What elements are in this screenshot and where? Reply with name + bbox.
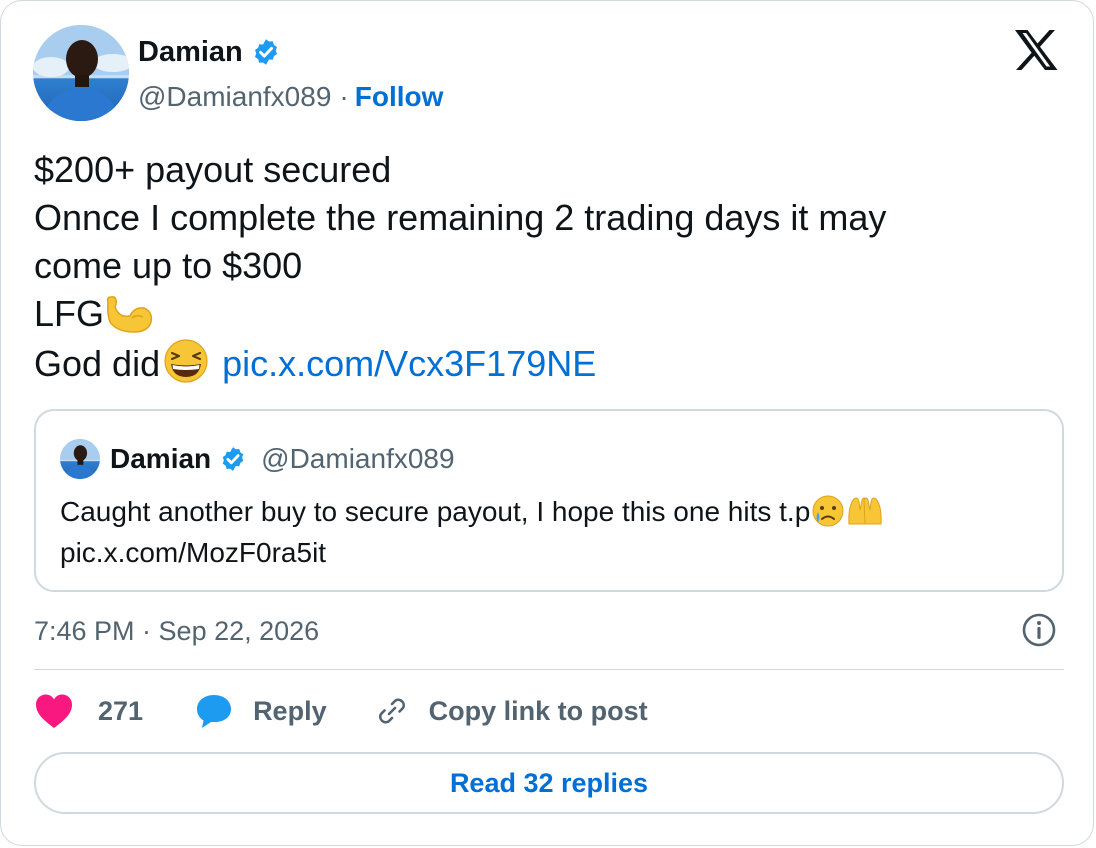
quoted-post-text: Caught another buy to secure payout, I h… xyxy=(60,491,1040,573)
flexed-biceps-icon xyxy=(106,296,153,333)
author-handle[interactable]: @Damianfx089 xyxy=(138,79,331,115)
copy-link-button[interactable]: Copy link to post xyxy=(375,694,648,728)
post-line-1: $200+ payout secured xyxy=(34,149,392,190)
grinning-squinting-face-icon xyxy=(164,339,208,383)
like-button[interactable]: 271 xyxy=(34,693,143,729)
quoted-media-link[interactable]: pic.x.com/MozF0ra5it xyxy=(60,532,1040,573)
quoted-post[interactable]: Damian @Damianfx089 Caught another buy t… xyxy=(34,409,1064,592)
link-icon xyxy=(378,698,405,724)
info-icon[interactable] xyxy=(1021,612,1057,648)
quoted-author-avatar[interactable] xyxy=(60,439,100,479)
author-handle-row: @Damianfx089 · Follow xyxy=(138,79,443,115)
heart-icon xyxy=(36,694,72,728)
post-text: $200+ payout secured Onnce I complete th… xyxy=(34,146,1064,388)
post-actions: 271 Reply Copy link to post xyxy=(34,689,648,733)
follow-button[interactable]: Follow xyxy=(355,79,444,115)
palms-up-together-icon xyxy=(848,497,882,525)
copy-link-label: Copy link to post xyxy=(428,695,648,726)
verified-badge-icon xyxy=(254,39,277,65)
post-line-4: LFG xyxy=(34,290,1064,338)
speech-bubble-icon xyxy=(197,695,232,728)
post-line-4-text: LFG xyxy=(34,293,105,334)
quoted-post-header: Damian @Damianfx089 xyxy=(110,439,455,479)
reply-label: Reply xyxy=(253,695,327,726)
reply-button[interactable]: Reply xyxy=(195,692,327,730)
divider xyxy=(34,669,1064,670)
crying-face-icon xyxy=(812,495,844,527)
post-media-link[interactable]: pic.x.com/Vcx3F179NE xyxy=(222,343,596,384)
post-line-2: Onnce I complete the remaining 2 trading… xyxy=(34,197,887,238)
author-avatar[interactable] xyxy=(33,25,129,121)
like-count: 271 xyxy=(98,695,144,726)
quoted-text: Caught another buy to secure payout, I h… xyxy=(60,496,811,527)
author-name[interactable]: Damian xyxy=(138,34,281,70)
read-replies-label: Read 32 replies xyxy=(449,767,649,798)
quoted-author-name[interactable]: Damian xyxy=(110,443,211,475)
x-logo-icon[interactable] xyxy=(1013,29,1059,71)
post-line-3: come up to $300 xyxy=(34,245,303,286)
separator-dot: · xyxy=(339,81,349,112)
quoted-author-handle[interactable]: @Damianfx089 xyxy=(261,443,454,475)
post-line-5: God did pic.x.com/Vcx3F179NE xyxy=(34,338,1064,388)
embedded-post-card: Damian @Damianfx089 · Follow $200+ payou… xyxy=(0,0,1094,846)
verified-badge-icon xyxy=(222,447,244,471)
author-name-text: Damian xyxy=(138,36,243,68)
post-line-5-text: God did xyxy=(34,343,161,384)
post-timestamp[interactable]: 7:46 PM · Sep 22, 2026 xyxy=(34,611,319,651)
read-replies-button[interactable]: Read 32 replies xyxy=(34,752,1064,814)
quoted-line-1: Caught another buy to secure payout, I h… xyxy=(60,491,1040,532)
